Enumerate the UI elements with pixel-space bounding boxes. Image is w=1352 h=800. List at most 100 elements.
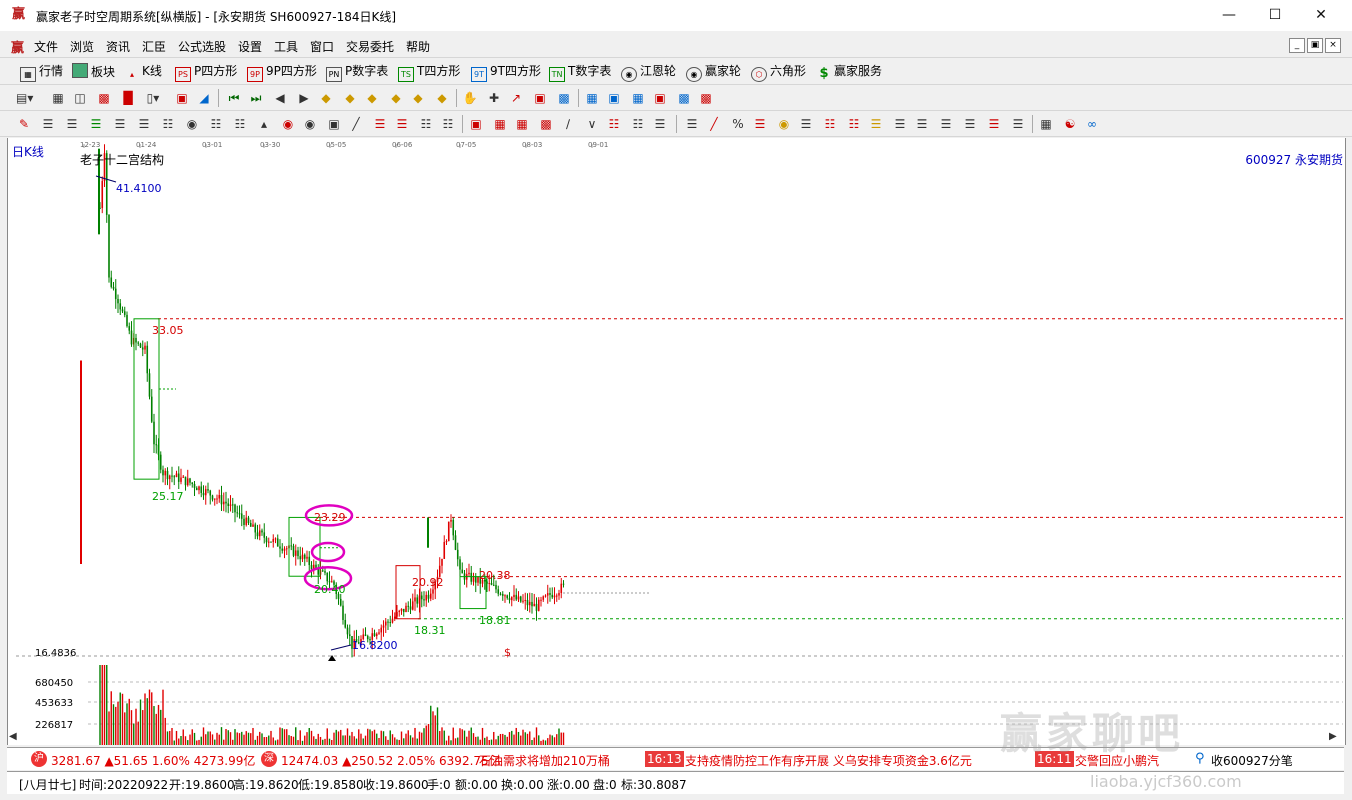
tool-5-icon[interactable]: ☰ <box>136 116 152 132</box>
save-icon[interactable]: ▣ <box>652 90 668 106</box>
tool-36-icon[interactable]: ☰ <box>892 116 908 132</box>
line-style-icon[interactable]: ▯▾ <box>145 90 161 106</box>
mdi-minimize-button[interactable]: _ <box>1289 38 1305 53</box>
tool-21-icon[interactable]: ▦ <box>514 116 530 132</box>
tool-27-icon[interactable]: ☰ <box>652 116 668 132</box>
calendar-icon[interactable]: ▦ <box>584 90 600 106</box>
tool-18-icon[interactable]: ☷ <box>440 116 456 132</box>
diamond-in-icon[interactable]: ◆ <box>410 90 426 106</box>
calc-icon[interactable]: ▣ <box>606 90 622 106</box>
tool-13-icon[interactable]: ▣ <box>326 116 342 132</box>
zoom-icon[interactable]: ▣ <box>174 90 190 106</box>
diamond-up-icon[interactable]: ◆ <box>318 90 334 106</box>
tool-20-icon[interactable]: ▦ <box>492 116 508 132</box>
toolbar-t-square[interactable]: TS T四方形 <box>398 63 460 82</box>
tool-41-icon[interactable]: ☰ <box>1010 116 1026 132</box>
menu-formula[interactable]: 公式选股 <box>178 38 226 55</box>
bars-icon[interactable]: ▩ <box>96 90 112 106</box>
toolbar-winner-wheel[interactable]: ◉ 赢家轮 <box>686 63 741 82</box>
print-icon[interactable]: ▩ <box>698 90 714 106</box>
sz-index-icon[interactable]: 深 <box>261 751 277 767</box>
tool-33-icon[interactable]: ☷ <box>822 116 838 132</box>
toolbar-p-square[interactable]: PS P四方形 <box>175 63 237 82</box>
table-icon[interactable]: ▦ <box>630 90 646 106</box>
tool-9-icon[interactable]: ☷ <box>232 116 248 132</box>
tool-11-icon[interactable]: ◉ <box>280 116 296 132</box>
infinity-icon[interactable]: ∞ <box>1084 116 1100 132</box>
last-icon[interactable]: ⏭ <box>248 90 264 106</box>
tool-40-icon[interactable]: ☰ <box>986 116 1002 132</box>
tool-25-icon[interactable]: ☷ <box>606 116 622 132</box>
tool-35-icon[interactable]: ☰ <box>868 116 884 132</box>
diamond-down-icon[interactable]: ◆ <box>342 90 358 106</box>
mdi-restore-button[interactable]: ▣ <box>1307 38 1323 53</box>
tool-22-icon[interactable]: ▩ <box>538 116 554 132</box>
yin-yang-icon[interactable]: ☯ <box>1062 116 1078 132</box>
tick-detail-link[interactable]: 收600927分笔 <box>1211 752 1293 769</box>
tool-15-icon[interactable]: ☰ <box>372 116 388 132</box>
toolbar-kline[interactable]: ▴ K线 <box>125 63 162 80</box>
tool-39-icon[interactable]: ☰ <box>962 116 978 132</box>
menu-trade[interactable]: 交易委托 <box>346 38 394 55</box>
mdi-close-button[interactable]: × <box>1325 38 1341 53</box>
export-icon[interactable]: ▩ <box>676 90 692 106</box>
menu-tools[interactable]: 工具 <box>274 38 298 55</box>
tool-24-icon[interactable]: ∨ <box>584 116 600 132</box>
minimize-button[interactable]: — <box>1206 0 1252 31</box>
copy-icon[interactable]: ◫ <box>72 90 88 106</box>
tool-23-icon[interactable]: ∕ <box>560 116 576 132</box>
grid-toggle-icon[interactable]: ▦ <box>1038 116 1054 132</box>
menu-help[interactable]: 帮助 <box>406 38 430 55</box>
prev-icon[interactable]: ◀ <box>272 90 288 106</box>
close-button[interactable]: ✕ <box>1298 0 1344 31</box>
period-select-icon[interactable]: ▤▾ <box>16 90 33 106</box>
scroll-left-icon[interactable]: ◀ <box>9 731 17 742</box>
tool-19-icon[interactable]: ▣ <box>468 116 484 132</box>
maximize-button[interactable]: ☐ <box>1252 0 1298 31</box>
tool-4-icon[interactable]: ☰ <box>112 116 128 132</box>
pattern-icon[interactable]: ▩ <box>556 90 572 106</box>
tool-12-icon[interactable]: ◉ <box>302 116 318 132</box>
tool-37-icon[interactable]: ☰ <box>914 116 930 132</box>
tool-1-icon[interactable]: ☰ <box>40 116 56 132</box>
scroll-right-icon[interactable]: ▶ <box>1329 731 1337 742</box>
flag-icon[interactable]: ◢ <box>196 90 212 106</box>
app-menu-icon[interactable]: 赢 <box>11 37 24 56</box>
kline-chart[interactable]: 12-23 01-24 03-01 03-30 05-05 06-06 07-05 08-03… <box>7 138 1346 745</box>
gift-icon[interactable]: ▣ <box>532 90 548 106</box>
tool-6-icon[interactable]: ☷ <box>160 116 176 132</box>
diamond-out-icon[interactable]: ◆ <box>434 90 450 106</box>
tool-29-icon[interactable]: ╱ <box>706 116 722 132</box>
tool-2-icon[interactable]: ☰ <box>64 116 80 132</box>
pencil-icon[interactable]: ✎ <box>16 116 32 132</box>
menu-huichen[interactable]: 汇臣 <box>142 38 166 55</box>
tool-28-icon[interactable]: ☰ <box>684 116 700 132</box>
toolbar-t-table[interactable]: TN T数字表 <box>549 63 611 82</box>
toolbar-hexagon[interactable]: ⬡ 六角形 <box>751 63 806 82</box>
toolbar-9p-square[interactable]: 9P 9P四方形 <box>247 63 317 82</box>
tool-7-icon[interactable]: ◉ <box>184 116 200 132</box>
tool-8-icon[interactable]: ☷ <box>208 116 224 132</box>
crosshair-icon[interactable]: ✚ <box>486 90 502 106</box>
candles-icon[interactable]: █ <box>120 90 136 106</box>
tool-14-icon[interactable]: ╱ <box>348 116 364 132</box>
news-item-2[interactable]: 支持疫情防控工作有序开展 义乌安排专项资金3.6亿元 <box>685 752 972 769</box>
tool-10-icon[interactable]: ▴ <box>256 116 272 132</box>
toolbar-gann-wheel[interactable]: ◉ 江恩轮 <box>621 63 676 82</box>
sh-index-icon[interactable]: 沪 <box>31 751 47 767</box>
chart-type-icon[interactable]: ▦ <box>50 90 66 106</box>
diamond-right-icon[interactable]: ◆ <box>388 90 404 106</box>
tool-32-icon[interactable]: ☰ <box>798 116 814 132</box>
tool-31-icon[interactable]: ◉ <box>776 116 792 132</box>
menu-info[interactable]: 资讯 <box>106 38 130 55</box>
toolbar-service[interactable]: $ 赢家服务 <box>817 63 882 80</box>
chart-canvas[interactable]: 12-23 01-24 03-01 03-30 05-05 06-06 07-05 08-03… <box>8 138 1345 745</box>
tool-34-icon[interactable]: ☷ <box>846 116 862 132</box>
tool-30-icon[interactable]: ☰ <box>752 116 768 132</box>
menu-window[interactable]: 窗口 <box>310 38 334 55</box>
period-label[interactable]: 日K线 <box>12 143 44 160</box>
toolbar-sectors[interactable]: 板块 <box>72 63 115 80</box>
tool-3-icon[interactable]: ☰ <box>88 116 104 132</box>
toolbar-quotes[interactable]: ▦ 行情 <box>20 63 63 82</box>
toolbar-9t-square[interactable]: 9T 9T四方形 <box>471 63 541 82</box>
